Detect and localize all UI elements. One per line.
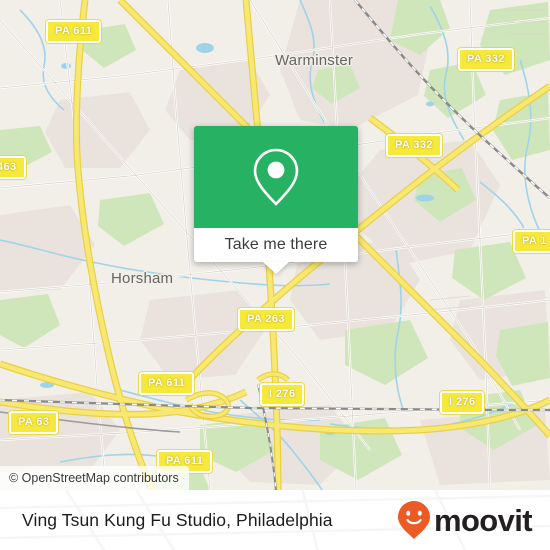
place-label-horsham: Horsham (111, 270, 174, 287)
moovit-wordmark: moovit (433, 502, 533, 538)
road-shield-pa611-north: PA 611 (46, 20, 102, 43)
map-screenshot: Warminster Horsham PA 611 PA 332 PA 332 … (0, 0, 550, 550)
road-shield-pa332-east: PA 332 (386, 134, 442, 157)
road-shield-463-west: 463 (0, 156, 26, 179)
road-shield-pa1-east-edge: PA 1 (513, 230, 550, 253)
road-shield-i276-west: I 276 (260, 383, 305, 406)
popup-footer[interactable]: Take me there (194, 228, 358, 274)
footer-bar: Ving Tsun Kung Fu Studio, Philadelphia m… (0, 490, 550, 550)
osm-attribution[interactable]: © OpenStreetMap contributors (0, 466, 189, 490)
place-label-warminster: Warminster (275, 52, 354, 69)
road-shield-pa332-northeast: PA 332 (458, 48, 514, 71)
road-shield-pa63: PA 63 (9, 411, 59, 434)
road-shield-i276-east: I 276 (440, 391, 485, 414)
road-shield-pa611-mid: PA 611 (139, 372, 195, 395)
take-me-there-label: Take me there (224, 236, 328, 253)
map-pin-icon (253, 148, 299, 206)
map-canvas[interactable]: Warminster Horsham PA 611 PA 332 PA 332 … (0, 0, 550, 490)
popup-header (194, 126, 358, 228)
road-shield-pa263: PA 263 (238, 308, 294, 331)
location-popup-card[interactable]: Take me there (194, 126, 358, 274)
moovit-logo[interactable]: moovit (397, 500, 533, 540)
moovit-smiley-pin-icon (397, 501, 430, 539)
popup-pointer-tail (263, 262, 289, 274)
page-title: Ving Tsun Kung Fu Studio, Philadelphia (22, 509, 333, 530)
